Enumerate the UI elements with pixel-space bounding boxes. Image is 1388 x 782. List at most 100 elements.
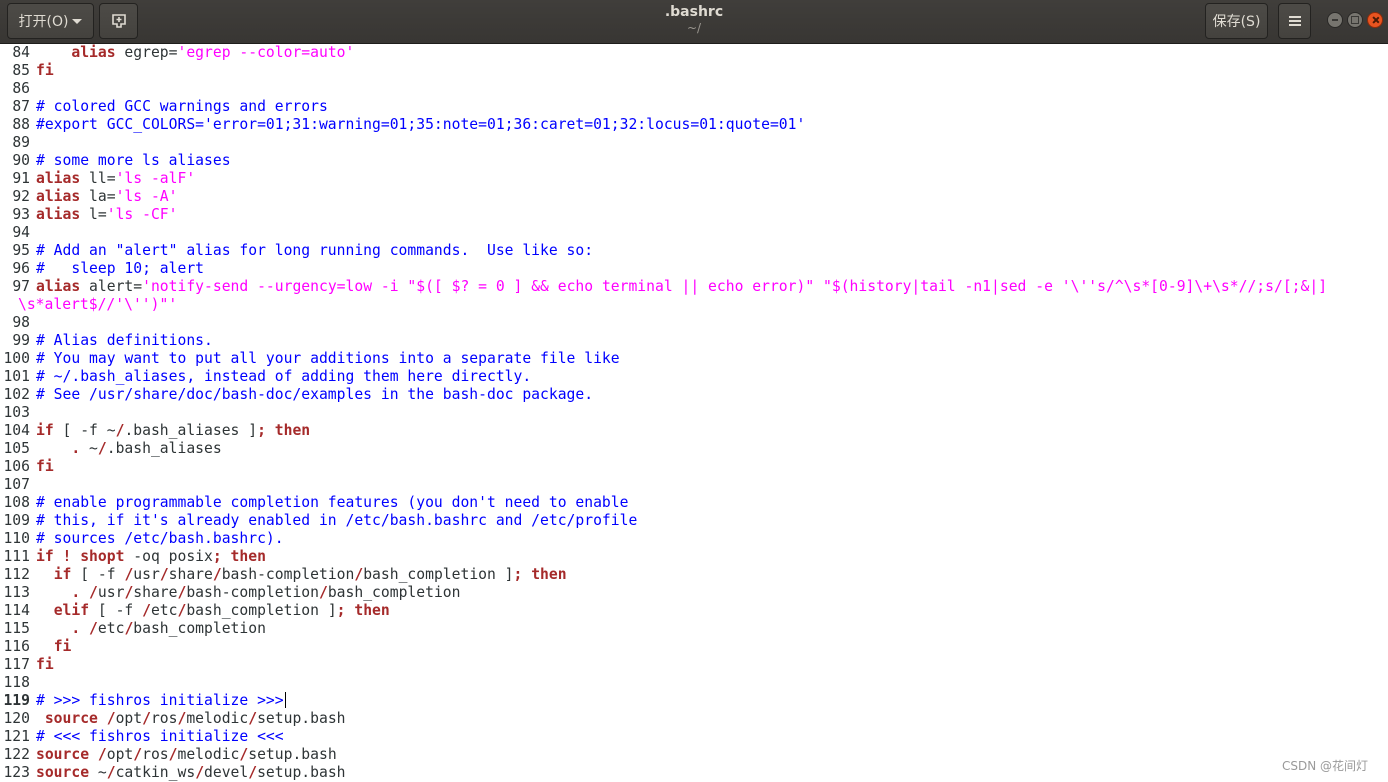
- editor-line[interactable]: 84 alias egrep='egrep --color=auto': [0, 44, 1388, 62]
- editor-line[interactable]: 117 fi: [0, 656, 1388, 674]
- line-code: # some more ls aliases: [36, 152, 231, 170]
- editor-line[interactable]: 89: [0, 134, 1388, 152]
- editor-line[interactable]: 101 # ~/.bash_aliases, instead of adding …: [0, 368, 1388, 386]
- text-token: ros: [142, 746, 169, 763]
- comment-token: # some more ls aliases: [36, 152, 231, 169]
- line-number: 112: [3, 566, 30, 583]
- line-code: source /opt/ros/melodic/setup.bash: [36, 746, 337, 764]
- menu-button[interactable]: [1278, 3, 1311, 39]
- editor-line[interactable]: 116 fi: [0, 638, 1388, 656]
- save-button[interactable]: 保存(S): [1205, 3, 1268, 39]
- editor-line[interactable]: 119 # >>> fishros initialize >>>: [0, 692, 1388, 710]
- editor-line[interactable]: 113 . /usr/share/bash-completion/bash_co…: [0, 584, 1388, 602]
- editor-line[interactable]: 118: [0, 674, 1388, 692]
- editor-line[interactable]: 112 if [ -f /usr/share/bash-completion/b…: [0, 566, 1388, 584]
- editor-line[interactable]: 91 alias ll='ls -alF': [0, 170, 1388, 188]
- editor-line[interactable]: 87 # colored GCC warnings and errors: [0, 98, 1388, 116]
- editor-line[interactable]: 108 # enable programmable completion feat…: [0, 494, 1388, 512]
- editor-line[interactable]: 102 # See /usr/share/doc/bash-doc/example…: [0, 386, 1388, 404]
- line-number: 106: [3, 458, 30, 475]
- editor-line[interactable]: 109 # this, if it's already enabled in /e…: [0, 512, 1388, 530]
- text-token: share: [133, 584, 178, 601]
- text-token: opt: [106, 746, 134, 763]
- line-code: alias ll='ls -alF': [36, 170, 195, 188]
- editor-line[interactable]: 94: [0, 224, 1388, 242]
- window-title: .bashrc: [664, 4, 724, 20]
- editor-line[interactable]: 107: [0, 476, 1388, 494]
- watermark: CSDN @花间灯: [1281, 759, 1368, 773]
- line-number: 84: [12, 44, 30, 61]
- editor-line[interactable]: 93 alias l='ls -CF': [0, 206, 1388, 224]
- text-token: -oq posix: [124, 548, 213, 565]
- line-code: source ~/catkin_ws/devel/setup.bash: [36, 764, 346, 782]
- line-code: fi: [36, 62, 54, 80]
- line-number: 123: [3, 764, 30, 781]
- editor-line[interactable]: 85 fi: [0, 62, 1388, 80]
- keyword-token: ; then: [513, 566, 567, 583]
- editor-line[interactable]: 123 source ~/catkin_ws/devel/setup.bash: [0, 764, 1388, 782]
- editor-line[interactable]: 92 alias la='ls -A': [0, 188, 1388, 206]
- editor-line[interactable]: 97 alias alert='notify-send --urgency=low…: [0, 278, 1388, 296]
- keyword-token: /: [248, 710, 258, 727]
- editor-line[interactable]: 95 # Add an "alert" alias for long runnin…: [0, 242, 1388, 260]
- editor-line[interactable]: 105 . ~/.bash_aliases: [0, 440, 1388, 458]
- editor-line[interactable]: 104 if [ -f ~/.bash_aliases ]; then: [0, 422, 1388, 440]
- header-bar: 打开(O) .bashrc ~/ 保存(S): [0, 0, 1388, 44]
- text-editor[interactable]: 84 alias egrep='egrep --color=auto' 85 fi 8…: [0, 44, 1388, 782]
- editor-line[interactable]: 121 # <<< fishros initialize <<<: [0, 728, 1388, 746]
- editor-line-continuation[interactable]: \s*alert$//'\'')"': [0, 296, 1388, 314]
- editor-line[interactable]: 98: [0, 314, 1388, 332]
- editor-line[interactable]: 96 # sleep 10; alert: [0, 260, 1388, 278]
- keyword-token: elif: [53, 602, 90, 619]
- line-number: 114: [3, 602, 30, 619]
- line-number: 107: [3, 476, 30, 493]
- maximize-button[interactable]: [1347, 12, 1363, 28]
- line-number: 117: [3, 656, 30, 673]
- hamburger-menu-icon: [1288, 14, 1301, 28]
- editor-line[interactable]: 100 # You may want to put all your additi…: [0, 350, 1388, 368]
- text-token: usr: [133, 566, 160, 583]
- editor-line[interactable]: 114 elif [ -f /etc/bash_completion ]; th…: [0, 602, 1388, 620]
- comment-token: # colored GCC warnings and errors: [36, 98, 328, 115]
- text-token: catkin_ws: [115, 764, 196, 781]
- keyword-token: fi: [36, 656, 54, 673]
- editor-line[interactable]: 111 if ! shopt -oq posix; then: [0, 548, 1388, 566]
- editor-line[interactable]: 115 . /etc/bash_completion: [0, 620, 1388, 638]
- text-cursor: [284, 692, 286, 708]
- keyword-token: alias: [36, 206, 81, 223]
- editor-line[interactable]: 122 source /opt/ros/melodic/setup.bash: [0, 746, 1388, 764]
- line-number: 88: [12, 116, 30, 133]
- keyword-token: /: [133, 746, 143, 763]
- line-code: . /usr/share/bash-completion/bash_comple…: [36, 584, 460, 602]
- editor-line[interactable]: 99 # Alias definitions.: [0, 332, 1388, 350]
- editor-line[interactable]: 88 #export GCC_COLORS='error=01;31:warnin…: [0, 116, 1388, 134]
- editor-line[interactable]: 86: [0, 80, 1388, 98]
- new-document-button[interactable]: [99, 3, 138, 39]
- minimize-button[interactable]: [1327, 12, 1343, 28]
- line-code: # Alias definitions.: [36, 332, 213, 350]
- keyword-token: /: [248, 764, 258, 781]
- close-button[interactable]: [1367, 12, 1383, 28]
- line-code: # >>> fishros initialize >>>: [36, 692, 286, 710]
- comment-token: # sources /etc/bash.bashrc).: [36, 530, 284, 547]
- editor-line[interactable]: 90 # some more ls aliases: [0, 152, 1388, 170]
- line-number: 116: [3, 638, 30, 655]
- text-token: ros: [150, 710, 178, 727]
- comment-token: # You may want to put all your additions…: [36, 350, 620, 367]
- gedit-window: 打开(O) .bashrc ~/ 保存(S) 84 alias egrep='e…: [0, 0, 1388, 782]
- text-token: .bash_aliases ]: [124, 422, 258, 439]
- editor-line[interactable]: 103: [0, 404, 1388, 422]
- string-token: 'egrep --color=auto': [177, 44, 355, 61]
- text-token: l=: [80, 206, 107, 223]
- line-number: 93: [12, 206, 30, 223]
- editor-line[interactable]: 120 source /opt/ros/melodic/setup.bash: [0, 710, 1388, 728]
- editor-line[interactable]: 110 # sources /etc/bash.bashrc).: [0, 530, 1388, 548]
- editor-line[interactable]: 106 fi: [0, 458, 1388, 476]
- keyword-token: source: [36, 764, 90, 781]
- comment-token: # Alias definitions.: [36, 332, 213, 349]
- keyword-token: /: [97, 440, 107, 457]
- open-button[interactable]: 打开(O): [7, 3, 94, 39]
